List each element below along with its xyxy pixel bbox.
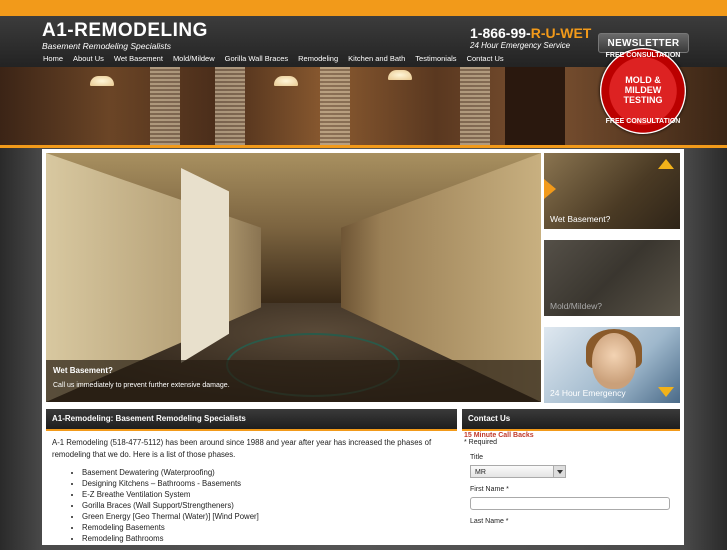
contact-body: 15 Minute Call Backs * Required Title MR… <box>462 432 680 525</box>
main-body: A-1 Remodeling (518-477-5112) has been a… <box>46 431 457 550</box>
nav-item-contact-us[interactable]: Contact Us <box>462 52 509 66</box>
nav-item-mold-mildew[interactable]: Mold/Mildew <box>168 52 220 66</box>
window-blind <box>320 67 350 145</box>
nav-item-wet-basement[interactable]: Wet Basement <box>109 52 168 66</box>
phone-highlight: R-U-WET <box>530 25 592 41</box>
site-logo[interactable]: A1-REMODELING Basement Remodeling Specia… <box>42 20 208 52</box>
badge-line-3: TESTING <box>623 95 663 105</box>
thumb-label: Mold/Mildew? <box>550 301 602 311</box>
list-item: Green Energy [Geo Thermal (Water)] [Wind… <box>82 511 451 522</box>
logo-title: A1-REMODELING <box>42 20 208 41</box>
intro-text: A-1 Remodeling (518-477-5112) has been a… <box>52 438 432 459</box>
badge-line-1: MOLD & <box>625 75 661 85</box>
mold-testing-badge[interactable]: FREE CONSULTATION MOLD & MILDEW TESTING … <box>600 48 686 134</box>
slide-thumb-24-hour-emergency[interactable]: 24 Hour Emergency <box>544 327 680 403</box>
hero-slide[interactable]: Wet Basement? Call us immediately to pre… <box>46 153 541 402</box>
active-arrow-icon <box>544 179 556 199</box>
ceiling-lamp <box>90 76 114 86</box>
nav-item-home[interactable]: Home <box>38 52 68 66</box>
nav-item-gorilla-wall-braces[interactable]: Gorilla Wall Braces <box>220 52 294 66</box>
nav-item-kitchen-and-bath[interactable]: Kitchen and Bath <box>343 52 410 66</box>
title-label: Title <box>470 454 483 461</box>
banner-divider <box>0 145 727 148</box>
phases-list: Basement Dewatering (Waterproofing) Desi… <box>52 467 451 544</box>
first-name-label: First Name * <box>470 486 509 493</box>
hero-door <box>181 168 229 363</box>
title-select[interactable]: MR <box>470 465 566 478</box>
window-blind <box>460 67 490 145</box>
title-select-value: MR <box>475 469 486 476</box>
list-item: Basement Dewatering (Waterproofing) <box>82 467 451 478</box>
logo-subtitle: Basement Remodeling Specialists <box>42 41 171 51</box>
phone-number: 1-866-99-R-U-WET <box>470 26 591 40</box>
ceiling-lamp <box>388 70 412 80</box>
chevron-down-icon <box>553 466 565 477</box>
top-accent-bar <box>0 0 727 16</box>
hero-text: Call us immediately to prevent further e… <box>53 382 230 389</box>
thumb-label: Wet Basement? <box>550 214 611 224</box>
list-item: E-Z Breathe Ventilation System <box>82 489 451 500</box>
badge-bottom-text: FREE CONSULTATION <box>605 118 681 125</box>
ceiling-lamp <box>274 76 298 86</box>
phone-subtitle: 24 Hour Emergency Service <box>470 41 571 50</box>
main-article: A1-Remodeling: Basement Remodeling Speci… <box>46 409 457 545</box>
list-item: Remodeling Basements <box>82 522 451 533</box>
arrow-down-icon[interactable] <box>658 387 674 397</box>
last-name-label: Last Name * <box>470 518 509 525</box>
contact-heading: Contact Us <box>462 409 680 431</box>
list-item: Remodeling Bathrooms <box>82 533 451 544</box>
required-note: * Required <box>464 439 498 446</box>
nav-item-testimonials[interactable]: Testimonials <box>410 52 461 66</box>
nav-item-remodeling[interactable]: Remodeling <box>293 52 343 66</box>
hero-title: Wet Basement? <box>53 366 113 375</box>
hero-caption: Wet Basement? Call us immediately to pre… <box>46 360 541 402</box>
slide-thumb-wet-basement[interactable]: Wet Basement? <box>544 153 680 229</box>
operator-face <box>592 333 636 389</box>
list-item: Gorilla Braces (Wall Support/Strengthene… <box>82 500 451 511</box>
arrow-up-icon[interactable] <box>658 159 674 169</box>
list-item: Designing Kitchens – Bathrooms - Basemen… <box>82 478 451 489</box>
badge-line-2: MILDEW <box>624 85 662 95</box>
phone-block: 1-866-99-R-U-WET 24 Hour Emergency Servi… <box>470 26 591 50</box>
slide-thumb-mold-mildew[interactable]: Mold/Mildew? <box>544 240 680 316</box>
window-blind <box>215 67 245 145</box>
window-blind <box>150 67 180 145</box>
main-nav: Home About Us Wet Basement Mold/Mildew G… <box>38 52 509 66</box>
first-name-field[interactable] <box>470 497 670 510</box>
contact-form: Contact Us 15 Minute Call Backs * Requir… <box>462 409 680 545</box>
bookshelf <box>505 67 565 145</box>
thumb-label: 24 Hour Emergency <box>550 388 626 398</box>
badge-top-text: FREE CONSULTATION <box>605 52 681 59</box>
main-heading: A1-Remodeling: Basement Remodeling Speci… <box>46 409 457 431</box>
nav-item-about-us[interactable]: About Us <box>68 52 109 66</box>
phone-prefix: 1-866-99- <box>470 25 531 41</box>
callback-notice: 15 Minute Call Backs <box>464 432 534 439</box>
badge-main-text: MOLD & MILDEW TESTING <box>600 75 686 105</box>
